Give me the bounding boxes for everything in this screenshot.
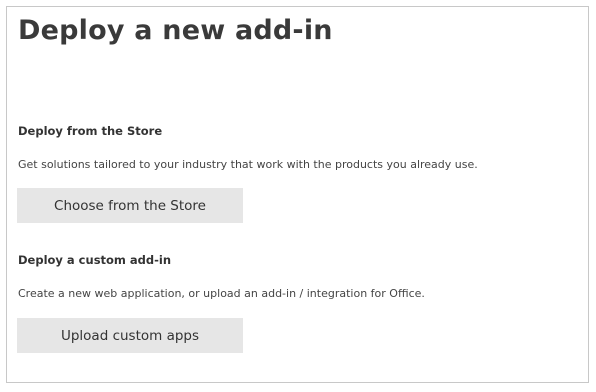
store-section-heading: Deploy from the Store — [18, 124, 163, 138]
upload-custom-apps-button[interactable]: Upload custom apps — [17, 318, 243, 353]
deploy-add-in-panel: Deploy a new add-in Deploy from the Stor… — [6, 6, 589, 383]
page-title: Deploy a new add-in — [18, 15, 333, 46]
store-section-description: Get solutions tailored to your industry … — [18, 158, 478, 171]
choose-from-store-button[interactable]: Choose from the Store — [17, 188, 243, 223]
custom-section-heading: Deploy a custom add-in — [18, 253, 172, 267]
custom-section-description: Create a new web application, or upload … — [18, 287, 425, 300]
